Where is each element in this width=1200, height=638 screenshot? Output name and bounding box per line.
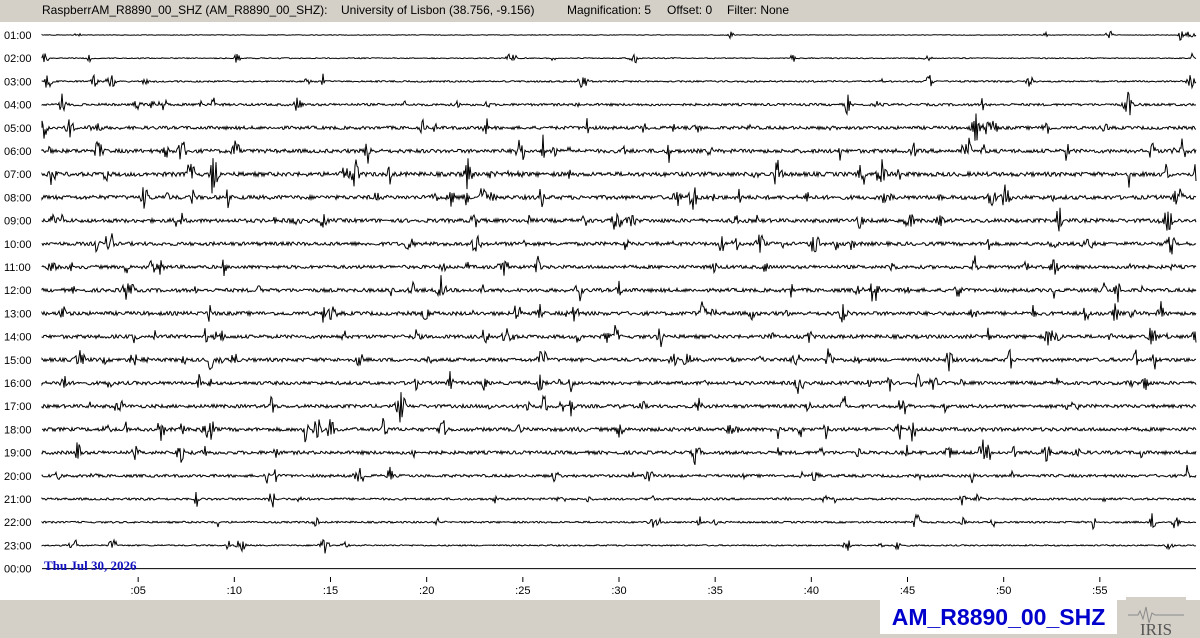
x-tick-label: :55 <box>1092 585 1107 597</box>
location-text: University of Lisbon (38.756, -9.156) <box>341 3 535 17</box>
x-tick-label: :35 <box>708 585 723 597</box>
station-label: AM_R8890_00_SHZ <box>880 600 1117 634</box>
filter-text: Filter: None <box>727 3 790 17</box>
x-tick-label: :45 <box>900 585 915 597</box>
hour-label: 21:00 <box>4 494 32 506</box>
x-tick-label: :05 <box>131 585 146 597</box>
x-tick-label: :40 <box>804 585 819 597</box>
logo-text: IRIS <box>1140 620 1172 637</box>
hour-label: 14:00 <box>4 332 32 344</box>
x-tick-label: :30 <box>611 585 626 597</box>
hour-label: 23:00 <box>4 540 32 552</box>
x-tick-label: :15 <box>323 585 338 597</box>
hour-label: 11:00 <box>4 262 31 274</box>
hour-label: 17:00 <box>4 401 32 413</box>
plot-background <box>0 22 1200 600</box>
hour-label: 00:00 <box>4 564 32 576</box>
hour-label: 01:00 <box>4 30 32 42</box>
hour-label: 05:00 <box>4 123 32 135</box>
x-tick-label: :50 <box>996 585 1011 597</box>
hour-label: 10:00 <box>4 239 32 251</box>
magnification-text: Magnification: 5 <box>567 3 652 17</box>
hour-label: 04:00 <box>4 100 32 112</box>
iris-logo: IRIS <box>1126 597 1186 637</box>
hour-label: 22:00 <box>4 517 32 529</box>
hour-label: 06:00 <box>4 146 32 158</box>
helicorder-plot: 01:00 02:00 03:00 04:00 05:00 06:00 07:00 08:00… <box>0 22 1200 600</box>
hour-label: 02:00 <box>4 53 32 65</box>
hour-label: 03:00 <box>4 76 32 88</box>
hour-label: 16:00 <box>4 378 32 390</box>
hour-label: 08:00 <box>4 192 32 204</box>
hour-label: 07:00 <box>4 169 32 181</box>
date-label: Thu Jul 30, 2026 <box>44 558 137 573</box>
hour-label: 09:00 <box>4 216 32 228</box>
hour-label: 18:00 <box>4 424 32 436</box>
x-tick-label: :25 <box>515 585 530 597</box>
x-tick-label: :20 <box>419 585 434 597</box>
hour-label: 15:00 <box>4 355 32 367</box>
hour-label: 12:00 <box>4 285 32 297</box>
hour-label: 20:00 <box>4 471 32 483</box>
hour-label: 13:00 <box>4 308 32 320</box>
x-tick-label: :10 <box>227 585 242 597</box>
header: RaspberrAM_R8890_00_SHZ (AM_R8890_00_SHZ… <box>0 0 1200 22</box>
offset-text: Offset: 0 <box>667 3 713 17</box>
hour-label: 19:00 <box>4 448 32 460</box>
station-title: RaspberrAM_R8890_00_SHZ (AM_R8890_00_SHZ… <box>42 3 328 17</box>
